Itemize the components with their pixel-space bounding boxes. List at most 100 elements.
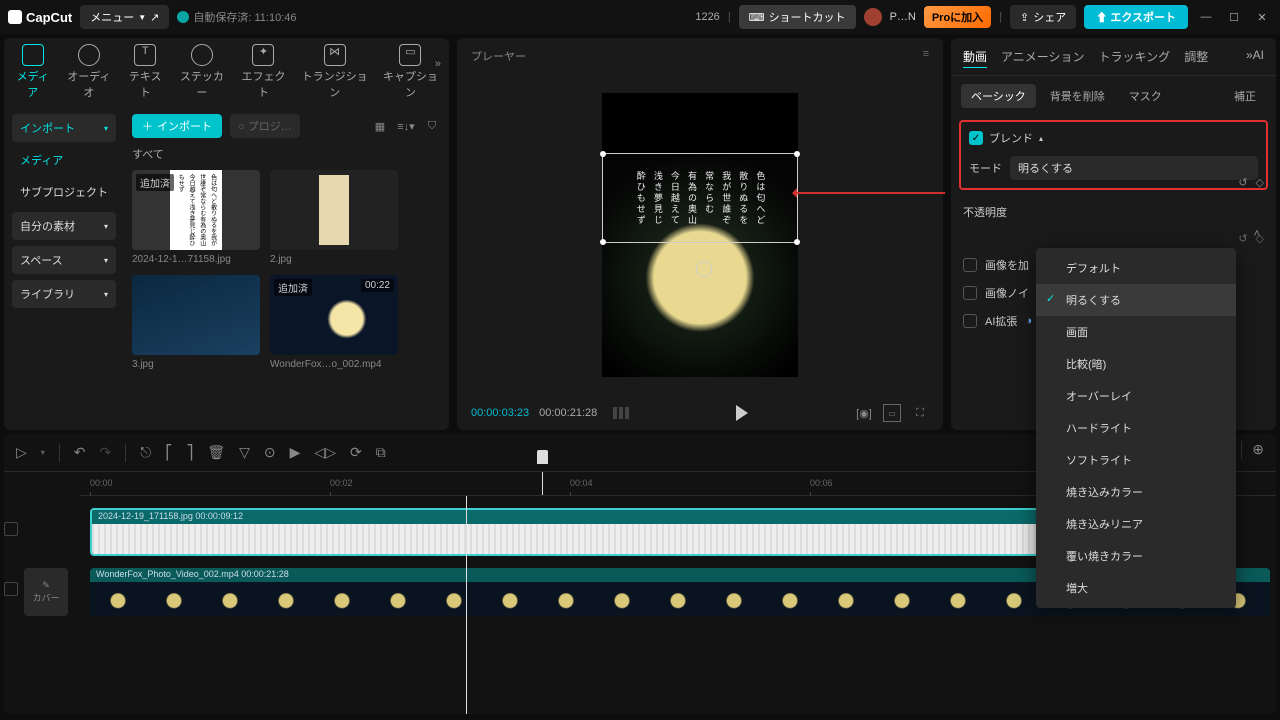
- tab-adjust[interactable]: 調整: [1184, 48, 1208, 65]
- player-menu-icon[interactable]: ≡: [923, 48, 929, 64]
- crop-tool[interactable]: ⧉: [376, 444, 386, 461]
- tab-ai[interactable]: »AI: [1246, 48, 1264, 65]
- sidebar-space[interactable]: スペース▾: [12, 246, 116, 274]
- fullscreen-icon[interactable]: ⛶: [911, 404, 929, 422]
- subtab-bgremove[interactable]: 背景を削除: [1040, 84, 1115, 108]
- expand-icon[interactable]: »: [435, 58, 441, 70]
- split-tool[interactable]: ⎋: [140, 444, 151, 461]
- zoom-reset-icon[interactable]: ⊕: [1252, 441, 1264, 464]
- keyboard-icon: ⌨: [749, 11, 765, 24]
- user-name: P…N: [890, 11, 916, 23]
- trim-left-tool[interactable]: ⎡: [165, 444, 172, 461]
- trim-right-tool[interactable]: ⎤: [186, 444, 193, 461]
- tab-effect[interactable]: ✦エフェクト: [240, 44, 288, 100]
- tab-audio[interactable]: オーディオ: [65, 44, 112, 100]
- rotate-handle[interactable]: [696, 261, 712, 277]
- track-lock[interactable]: [4, 582, 18, 596]
- playhead-line[interactable]: [466, 496, 467, 714]
- media-item[interactable]: 色は匂へど散りぬるを我が世誰ぞ常ならむ有為の奥山今日越えて浅き夢見じ酔ひもせず追…: [132, 170, 260, 265]
- shortcut-button[interactable]: ⌨ ショートカット: [739, 5, 856, 29]
- keyframe-icon[interactable]: ◇: [1256, 232, 1264, 245]
- search-input[interactable]: ○ プロジ…: [230, 114, 300, 138]
- thumb-scroll-image: [319, 175, 349, 245]
- tab-caption[interactable]: ▭キャプション: [382, 44, 439, 100]
- dropdown-item[interactable]: 画面: [1036, 316, 1236, 348]
- audio-icon: [78, 44, 100, 66]
- tab-sticker[interactable]: ステッカー: [178, 44, 226, 100]
- minimize-button[interactable]: —: [1196, 11, 1216, 23]
- cover-button[interactable]: ✎カバー: [24, 568, 68, 616]
- user-avatar[interactable]: [864, 8, 882, 26]
- keyframe-icon[interactable]: ◇: [1256, 176, 1264, 189]
- dropdown-item[interactable]: 覆い焼きカラー: [1036, 540, 1236, 572]
- speed-tool[interactable]: ▶: [290, 444, 301, 461]
- dropdown-item[interactable]: 焼き込みリニア: [1036, 508, 1236, 540]
- blend-checkbox[interactable]: ✓: [969, 131, 983, 145]
- maximize-button[interactable]: ☐: [1224, 11, 1244, 24]
- tab-media[interactable]: メディア: [14, 44, 51, 100]
- collapse-icon[interactable]: ▴: [1039, 134, 1043, 143]
- share-button[interactable]: ⇪ シェア: [1010, 5, 1076, 29]
- sidebar-import[interactable]: インポート▾: [12, 114, 116, 142]
- tab-tracking[interactable]: トラッキング: [1099, 48, 1171, 65]
- rotate-tool[interactable]: ⟳: [350, 444, 362, 461]
- media-item[interactable]: 追加済00:22 WonderFox…o_002.mp4: [270, 275, 398, 370]
- dropdown-item[interactable]: 明るくする: [1036, 284, 1236, 316]
- player-controls: 00:00:03:23 00:00:21:28 [◉] ▭ ⛶: [457, 396, 943, 430]
- sidebar-media[interactable]: メディア: [12, 148, 116, 172]
- tab-animation[interactable]: アニメーション: [1001, 48, 1085, 65]
- dropdown-item[interactable]: デフォルト: [1036, 252, 1236, 284]
- filter-icon[interactable]: ⛉: [423, 117, 441, 135]
- redo-button[interactable]: ↷: [100, 444, 112, 461]
- dropdown-item[interactable]: 増大: [1036, 572, 1236, 604]
- track-lock[interactable]: [4, 522, 18, 536]
- sidebar-library[interactable]: ライブラリ▾: [12, 280, 116, 308]
- grid-view-icon[interactable]: ▦: [371, 117, 389, 135]
- reset-icon[interactable]: ↺: [1238, 232, 1247, 245]
- subtab-mask[interactable]: マスク: [1119, 84, 1172, 108]
- pro-join-button[interactable]: Proに加入: [924, 6, 991, 28]
- sort-icon[interactable]: ≡↓▾: [397, 117, 415, 135]
- selected-overlay[interactable]: 色は匂へど 散りぬるを 我が世誰ぞ 常ならむ 有為の奥山 今日越えて 浅き夢見じ…: [602, 153, 798, 243]
- export-button[interactable]: ⬆ エクスポート: [1084, 5, 1188, 29]
- plus-icon: ＋: [142, 118, 153, 134]
- select-tool[interactable]: ▷: [16, 444, 27, 461]
- tab-video[interactable]: 動画: [963, 48, 987, 65]
- dropdown-item[interactable]: 比較(暗): [1036, 348, 1236, 380]
- delete-tool[interactable]: 🗑: [207, 444, 225, 461]
- subtab-basic[interactable]: ベーシック: [961, 84, 1036, 108]
- play-button[interactable]: [736, 405, 748, 421]
- subtab-correct[interactable]: 補正: [1224, 84, 1266, 108]
- checkbox[interactable]: [963, 286, 977, 300]
- dropdown-item[interactable]: オーバーレイ: [1036, 380, 1236, 412]
- menu-button[interactable]: メニュー▼↗: [80, 5, 169, 29]
- blend-mode-select[interactable]: 明るくする: [1010, 156, 1258, 180]
- sidebar-myassets[interactable]: 自分の素材▾: [12, 212, 116, 240]
- sidebar-subproject[interactable]: サブプロジェクト: [12, 178, 116, 206]
- dropdown-item[interactable]: ソフトライト: [1036, 444, 1236, 476]
- playhead[interactable]: [542, 472, 543, 495]
- dropdown-item[interactable]: ハードライト: [1036, 412, 1236, 444]
- record-tool[interactable]: ⊙: [264, 444, 276, 461]
- ratio-icon[interactable]: ▭: [883, 404, 901, 422]
- marker-tool[interactable]: ▽: [239, 444, 250, 461]
- player-title: プレーヤー: [471, 48, 526, 64]
- chevron-down-icon: ▾: [104, 124, 108, 133]
- checkbox[interactable]: [963, 258, 977, 272]
- tab-transition[interactable]: ⋈トランジション: [301, 44, 368, 100]
- media-item[interactable]: 2.jpg: [270, 170, 398, 265]
- close-button[interactable]: ✕: [1252, 11, 1272, 24]
- preview-quality-icon[interactable]: [◉]: [855, 404, 873, 422]
- tab-text[interactable]: Tテキスト: [126, 44, 164, 100]
- undo-button[interactable]: ↶: [74, 444, 86, 461]
- import-button[interactable]: ＋インポート: [132, 114, 222, 138]
- dropdown-item[interactable]: 焼き込みカラー: [1036, 476, 1236, 508]
- effect-icon: ✦: [252, 44, 274, 66]
- mirror-tool[interactable]: ◁▷: [314, 444, 336, 461]
- checkbox[interactable]: [963, 314, 977, 328]
- audio-meter-icon: [613, 407, 629, 419]
- filter-all[interactable]: すべて: [132, 146, 441, 162]
- reset-icon[interactable]: ↺: [1238, 176, 1247, 189]
- media-item[interactable]: 3.jpg: [132, 275, 260, 370]
- player-viewport[interactable]: 色は匂へど 散りぬるを 我が世誰ぞ 常ならむ 有為の奥山 今日越えて 浅き夢見じ…: [457, 74, 943, 396]
